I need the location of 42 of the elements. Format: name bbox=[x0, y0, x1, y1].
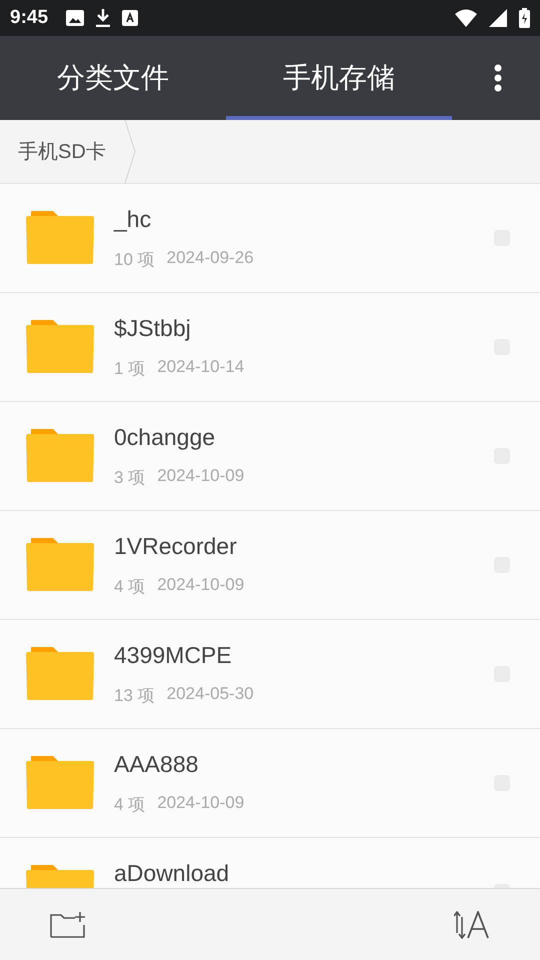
folder-icon bbox=[26, 429, 94, 483]
folder-icon bbox=[26, 756, 94, 810]
folder-name: _hc bbox=[114, 206, 152, 232]
item-count: 1 项 bbox=[114, 358, 146, 380]
folder-name: AAA888 bbox=[114, 751, 200, 777]
modified-date: 2024-10-09 bbox=[157, 793, 244, 814]
folder-name: 1VRecorder bbox=[114, 533, 238, 559]
more-icon[interactable] bbox=[494, 64, 502, 92]
wifi-icon bbox=[455, 9, 477, 27]
folder-name: 4399MCPE bbox=[114, 642, 233, 668]
folder-icon bbox=[26, 320, 94, 374]
item-count: 10 项 bbox=[114, 249, 155, 271]
status-time: 9:45 bbox=[10, 7, 48, 29]
folder-name: $JStbbj bbox=[114, 315, 192, 341]
signal-icon bbox=[489, 9, 507, 27]
modified-date: 2024-10-09 bbox=[157, 575, 244, 596]
item-count: 4 项 bbox=[114, 576, 146, 598]
folder-row[interactable]: 0changge 3 项 2024-10-09 bbox=[0, 402, 540, 511]
image-icon bbox=[66, 10, 84, 26]
modified-date: 2024-09-26 bbox=[166, 248, 254, 269]
new-folder-icon[interactable] bbox=[50, 912, 86, 938]
item-count: 3 项 bbox=[114, 467, 146, 489]
item-count: 4 项 bbox=[114, 794, 146, 816]
item-count: 13 项 bbox=[114, 685, 155, 707]
battery-icon bbox=[519, 8, 530, 28]
folder-name: 0changge bbox=[114, 424, 216, 450]
folder-row[interactable]: 1VRecorder 4 项 2024-10-09 bbox=[0, 511, 540, 620]
folder-row[interactable]: _hc 10 项 2024-09-26 bbox=[0, 184, 540, 293]
notification-icon bbox=[122, 10, 138, 26]
folder-icon bbox=[26, 211, 94, 265]
folder-icon bbox=[26, 538, 94, 592]
modified-date: 2024-05-30 bbox=[166, 684, 254, 705]
folder-name: aDownload bbox=[114, 860, 230, 886]
sort-icon[interactable] bbox=[454, 910, 490, 938]
folder-row[interactable]: $JStbbj 1 项 2024-10-14 bbox=[0, 293, 540, 402]
modified-date: 2024-10-14 bbox=[157, 357, 244, 378]
modified-date: 2024-10-09 bbox=[157, 466, 244, 487]
tab[interactable]: 分类文件 bbox=[0, 36, 226, 120]
folder-row[interactable]: 4399MCPE 13 项 2024-05-30 bbox=[0, 620, 540, 729]
folder-row[interactable]: AAA888 4 项 2024-10-09 bbox=[0, 729, 540, 838]
download-icon bbox=[96, 9, 110, 27]
folder-icon bbox=[26, 647, 94, 701]
